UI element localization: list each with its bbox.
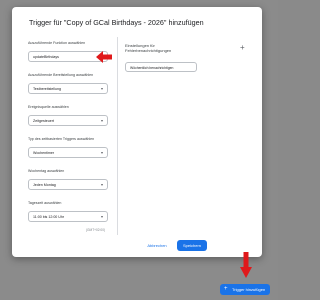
chevron-down-icon: ▾ [100, 214, 103, 219]
plus-icon[interactable]: + [240, 44, 245, 52]
plus-icon: + [224, 286, 228, 292]
dialog-title: Trigger für "Copy of GCal Birthdays - 20… [29, 18, 204, 27]
event-source-value: Zeitgesteuert [33, 119, 54, 123]
time-of-day-label: Tageszeit auswählen [28, 201, 62, 205]
event-source-select[interactable]: Zeitgesteuert ▾ [28, 115, 108, 126]
notification-frequency-select[interactable]: Wöchentlich benachrichtigen [125, 62, 197, 72]
chevron-down-icon: ▾ [100, 150, 103, 155]
deployment-label: Auszuführende Bereitstellung auswählen [28, 73, 94, 77]
notification-label-line2: Fehlerbenachrichtigungen [125, 48, 172, 53]
chevron-down-icon: ▾ [100, 182, 103, 187]
weekday-value: Jeden Montag [33, 183, 56, 187]
timer-type-value: Wochentimer [33, 151, 55, 155]
weekday-select[interactable]: Jeden Montag ▾ [28, 179, 108, 190]
add-trigger-button[interactable]: + Trigger hinzufügen [220, 284, 270, 295]
annotation-arrow-down-icon [240, 252, 252, 278]
function-label: Auszuführende Funktion auswählen [28, 41, 86, 45]
function-value: updateBirthdays [33, 55, 59, 59]
time-of-day-select[interactable]: 11:00 bis 12:00 Uhr ▾ [28, 211, 108, 222]
column-divider [117, 37, 118, 235]
deployment-select[interactable]: Testbereitstellung ▾ [28, 83, 108, 94]
timezone-hint: (GMT+02:00) [86, 228, 106, 232]
event-source-label: Ereignisquelle auswählen [28, 105, 69, 109]
add-trigger-dialog: Trigger für "Copy of GCal Birthdays - 20… [12, 7, 262, 257]
time-of-day-value: 11:00 bis 12:00 Uhr [33, 215, 65, 219]
cancel-button[interactable]: Abbrechen [143, 241, 171, 251]
annotation-arrow-left-icon [96, 51, 112, 63]
deployment-value: Testbereitstellung [33, 87, 61, 91]
notification-settings-label: Einstellungen für Fehlerbenachrichtigung… [125, 43, 171, 53]
timer-type-label: Typ des zeitbasierten Triggers auswählen [28, 137, 95, 141]
weekday-label: Wochentag auswählen [28, 169, 65, 173]
chevron-down-icon: ▾ [100, 86, 103, 91]
timer-type-select[interactable]: Wochentimer ▾ [28, 147, 108, 158]
add-trigger-label: Trigger hinzufügen [232, 287, 266, 292]
chevron-down-icon: ▾ [100, 118, 103, 123]
save-button[interactable]: Speichern [177, 240, 207, 251]
